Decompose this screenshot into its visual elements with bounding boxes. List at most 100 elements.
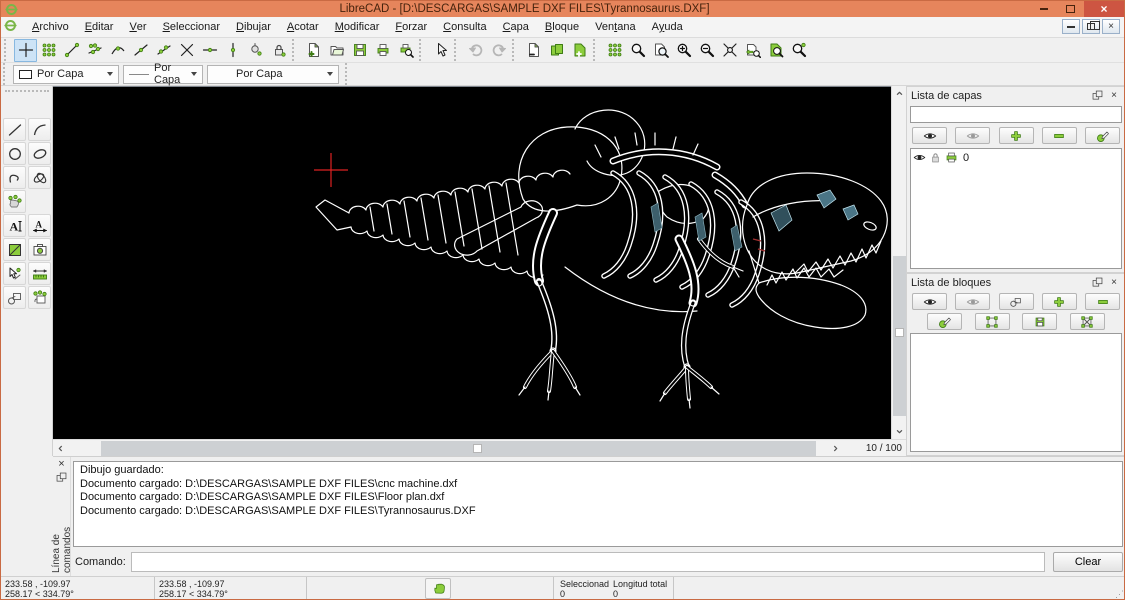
toolbar-handle[interactable] [345,63,352,85]
restrict-horizontal-button[interactable] [198,39,221,62]
menu-ver[interactable]: Ver [121,17,154,37]
tool-line-button[interactable] [3,118,26,141]
zoom-previous-view-button[interactable] [741,39,764,62]
resize-grip[interactable]: ⋰ [1115,589,1125,600]
save-block-button[interactable] [1022,313,1057,330]
new-document-button[interactable] [302,39,325,62]
close-panel-icon[interactable]: × [1107,89,1121,102]
tool-block-edit-button[interactable] [28,286,51,309]
line-type-selector[interactable]: Por Capa [207,65,339,84]
horizontal-scrollbar[interactable] [53,440,843,457]
redo-button[interactable] [487,39,510,62]
zoom-increase-button[interactable] [672,39,695,62]
edit-layer-attributes-button[interactable] [1085,127,1120,144]
add-layer-button[interactable] [999,127,1034,144]
tool-block-insert-button[interactable] [3,286,26,309]
clear-button[interactable]: Clear [1053,552,1123,572]
float-panel-icon[interactable] [1090,89,1104,102]
zoom-decrease-button[interactable] [695,39,718,62]
layer-filter-input[interactable] [910,106,1122,123]
menu-capa[interactable]: Capa [495,17,537,37]
tool-points-button[interactable] [3,190,26,213]
zoom-page-button[interactable] [649,39,672,62]
snap-intersection-button[interactable] [175,39,198,62]
window-minimize-button[interactable] [1030,1,1057,17]
edit-block-attributes-button[interactable] [927,313,962,330]
mdi-close-button[interactable]: × [1102,19,1120,34]
create-block-button[interactable] [999,293,1034,310]
print-preview-button[interactable] [394,39,417,62]
menu-editar[interactable]: Editar [77,17,122,37]
hide-all-blocks-button[interactable] [955,293,990,310]
toolbar-handle[interactable] [4,39,11,61]
snap-on-entity-button[interactable] [83,39,106,62]
block-list[interactable] [910,333,1122,452]
open-document-button[interactable] [325,39,348,62]
menu-dibujar[interactable]: Dibujar [228,17,279,37]
menu-forzar[interactable]: Forzar [387,17,435,37]
scroll-up-arrow[interactable] [892,86,907,101]
tool-arc-button[interactable] [28,118,51,141]
menu-seleccionar[interactable]: Seleccionar [155,17,228,37]
snap-grid-button[interactable] [37,39,60,62]
menu-consulta[interactable]: Consulta [435,17,494,37]
zoom-auto-button[interactable] [718,39,741,62]
save-document-button[interactable] [348,39,371,62]
close-dock-icon[interactable]: × [58,459,64,469]
print-document-button[interactable] [371,39,394,62]
vertical-scrollbar[interactable] [891,86,906,439]
lock-relative-zero-button[interactable] [267,39,290,62]
toolbar-handle[interactable] [3,63,10,85]
line-width-selector[interactable]: Por Capa [123,65,203,84]
tool-image-button[interactable] [28,238,51,261]
zoom-in-button[interactable] [626,39,649,62]
edit-block-button[interactable] [975,313,1010,330]
hide-all-layers-button[interactable] [955,127,990,144]
menu-acotar[interactable]: Acotar [279,17,327,37]
tool-select-entity-button[interactable] [3,262,26,285]
tool-dimension-button[interactable]: A [28,214,51,237]
show-all-blocks-button[interactable] [912,293,947,310]
float-panel-icon[interactable] [1090,276,1104,289]
toolbar-handle[interactable] [512,39,519,61]
close-window-button[interactable] [522,39,545,62]
scroll-right-arrow[interactable] [828,440,843,457]
remove-layer-button[interactable] [1042,127,1077,144]
selection-pointer-button[interactable] [429,39,452,62]
layer-row[interactable]: 0 [911,149,1121,166]
tool-spline-button[interactable] [28,166,51,189]
window-list-button[interactable] [545,39,568,62]
menu-ayuda[interactable]: Ayuda [644,17,691,37]
remove-block-button[interactable] [1085,293,1120,310]
window-maximize-button[interactable] [1057,1,1084,17]
window-close-button[interactable]: × [1084,1,1124,17]
drawing-canvas[interactable]: .b{fill:none;stroke:#fff;stroke-width:1.… [53,86,891,439]
toolbar-handle[interactable] [593,39,600,61]
menu-archivo[interactable]: Archivo [24,17,77,37]
palette-drag-handle[interactable] [5,90,49,94]
toolbar-handle[interactable] [292,39,299,61]
vertical-scroll-thumb[interactable] [893,256,906,416]
tool-text-button[interactable]: A [3,214,26,237]
color-selector[interactable]: Por Capa [13,65,119,84]
layer-list[interactable]: 0 [910,148,1122,269]
toolbar-handle[interactable] [454,39,461,61]
menu-modificar[interactable]: Modificar [327,17,388,37]
tool-circle-button[interactable] [3,142,26,165]
set-relative-zero-button[interactable] [244,39,267,62]
mdi-minimize-button[interactable] [1062,19,1080,34]
tool-hatch-button[interactable] [3,238,26,261]
toolbar-handle[interactable] [419,39,426,61]
new-window-button[interactable] [568,39,591,62]
mouse-hint-button[interactable] [425,578,451,599]
close-panel-icon[interactable]: × [1107,276,1121,289]
snap-distance-button[interactable] [152,39,175,62]
tool-polyline-button[interactable] [3,166,26,189]
show-all-layers-button[interactable] [912,127,947,144]
add-block-button[interactable] [1042,293,1077,310]
snap-middle-button[interactable] [129,39,152,62]
horizontal-scroll-thumb[interactable] [101,441,816,456]
command-input[interactable] [131,552,1045,572]
undo-button[interactable] [464,39,487,62]
zoom-window-button[interactable] [764,39,787,62]
